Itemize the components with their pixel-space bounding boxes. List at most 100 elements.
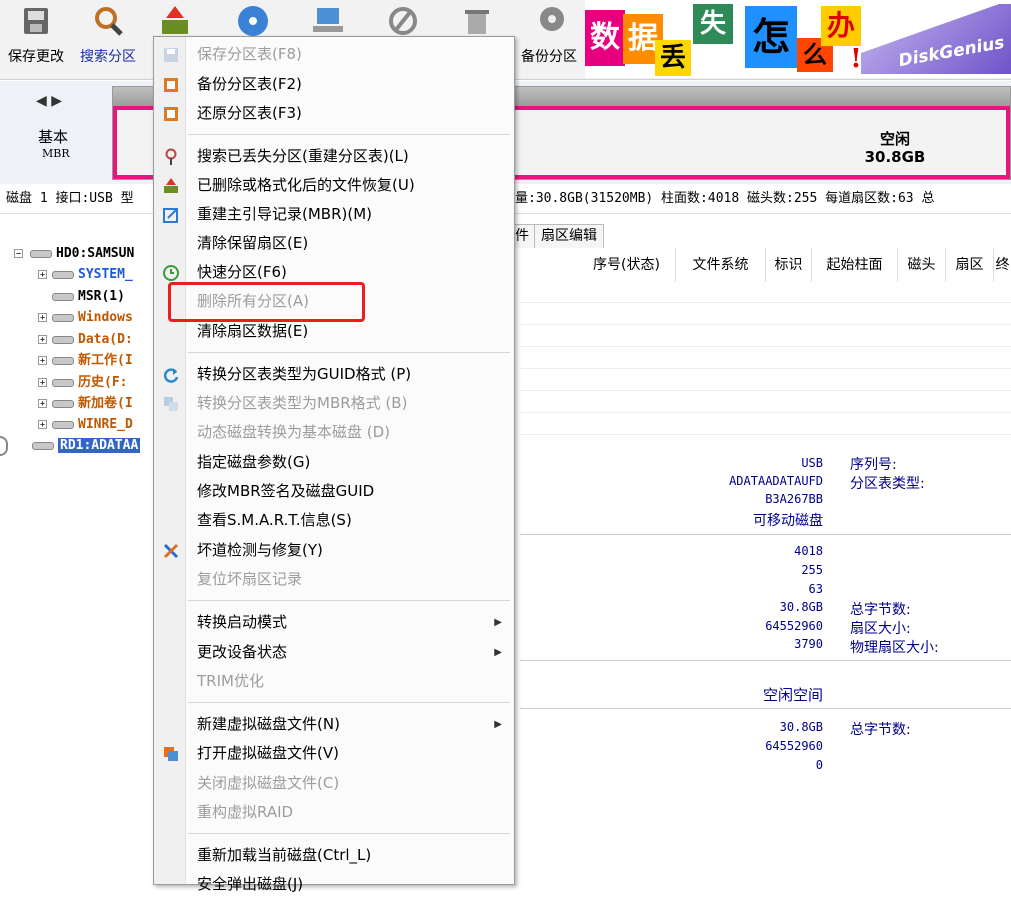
menu-item-convert-to-mbr[interactable]: 转换分区表类型为MBR格式 (B) (154, 389, 514, 418)
menu-item-restore-partition-table[interactable]: 还原分区表(F3) (154, 99, 514, 128)
backup-icon (162, 76, 180, 94)
menu-item-modify-mbr-signature[interactable]: 修改MBR签名及磁盘GUID (154, 477, 514, 506)
menu-separator (188, 134, 510, 135)
menu-item-label: 清除保留扇区(E) (197, 234, 309, 252)
menu-item-convert-to-guid[interactable]: 转换分区表类型为GUID格式 (P) (154, 360, 514, 389)
detail-value: 30.8GB (779, 600, 823, 614)
tree-item-label: 新工作(I (78, 353, 133, 368)
table-row[interactable] (520, 392, 1011, 413)
tree-partition-work[interactable]: + 新工作(I (34, 351, 133, 371)
collapse-icon[interactable]: − (14, 249, 23, 258)
tree-partition-msr[interactable]: MSR(1) (34, 287, 125, 307)
tree-partition-data[interactable]: + Data(D: (34, 330, 133, 350)
disk-info-left: 磁盘 1 接口:USB 型 (6, 191, 134, 206)
menu-item-rebuild-raid[interactable]: 重构虚拟RAID (154, 798, 514, 827)
menu-item-file-recovery[interactable]: 已删除或格式化后的文件恢复(U) (154, 171, 514, 200)
detail-label: 总字节数: (850, 722, 911, 738)
menu-item-reset-bad-sectors[interactable]: 复位坏扇区记录 (154, 565, 514, 594)
tree-disk-hd0[interactable]: − HD0:SAMSUN (14, 244, 134, 264)
table-row[interactable] (520, 370, 1011, 391)
menu-item-trim[interactable]: TRIM优化 (154, 667, 514, 696)
expand-icon[interactable]: + (38, 399, 47, 408)
expand-icon[interactable]: + (38, 356, 47, 365)
menu-item-dynamic-to-basic[interactable]: 动态磁盘转换为基本磁盘 (D) (154, 418, 514, 447)
menu-item-disk-parameters[interactable]: 指定磁盘参数(G) (154, 448, 514, 477)
column-header[interactable]: 终 (994, 248, 1011, 282)
convert-icon (162, 366, 180, 384)
expand-icon[interactable]: + (38, 270, 47, 279)
column-header[interactable]: 序号(状态) (578, 248, 676, 282)
table-row[interactable] (520, 304, 1011, 325)
menu-item-label: 转换分区表类型为GUID格式 (P) (197, 365, 412, 383)
menu-item-label: 重构虚拟RAID (197, 803, 294, 821)
tree-partition-windows[interactable]: + Windows (34, 308, 133, 328)
expand-icon[interactable]: + (38, 420, 47, 429)
detail-value: 255 (801, 563, 823, 577)
tab-sector-editor[interactable]: 扇区编辑 (534, 224, 604, 248)
menu-item-label: 关闭虚拟磁盘文件(C) (197, 774, 340, 792)
menu-item-search-lost-partitions[interactable]: 搜索已丢失分区(重建分区表)(L) (154, 142, 514, 171)
search-partition-button[interactable]: 搜索分区 (74, 4, 142, 74)
menu-item-clear-reserved-sectors[interactable]: 清除保留扇区(E) (154, 229, 514, 258)
scroll-handle[interactable] (0, 436, 8, 456)
menu-item-label: 搜索已丢失分区(重建分区表)(L) (197, 147, 409, 165)
menu-item-device-state[interactable]: 更改设备状态 ▶ (154, 638, 514, 667)
partition-icon (52, 356, 74, 365)
detail-label: 序列号: (850, 457, 897, 473)
free-space-text: 空闲 30.8GB (850, 130, 940, 166)
partition-icon (52, 399, 74, 408)
tree-partition-newvol[interactable]: + 新加卷(I (34, 394, 133, 414)
menu-item-reload-disk[interactable]: 重新加载当前磁盘(Ctrl_L) (154, 841, 514, 870)
removable-disk-icon (32, 441, 54, 450)
column-header[interactable]: 磁头 (898, 248, 946, 282)
menu-item-label: 指定磁盘参数(G) (197, 453, 311, 471)
submenu-arrow-icon: ▶ (494, 719, 502, 730)
table-row[interactable] (520, 282, 1011, 303)
delete-icon (386, 4, 420, 38)
column-header[interactable]: 文件系统 (676, 248, 766, 282)
detail-value: ADATAADATAUFD (729, 474, 823, 488)
menu-item-bad-sector-repair[interactable]: 坏道检测与修复(Y) (154, 536, 514, 565)
vdisk-icon (162, 745, 180, 763)
menu-item-label: 修改MBR签名及磁盘GUID (197, 482, 375, 500)
column-header[interactable]: 标识 (766, 248, 812, 282)
expand-icon[interactable]: + (38, 313, 47, 322)
table-row[interactable] (520, 326, 1011, 347)
expand-icon[interactable]: + (38, 335, 47, 344)
tree-disk-rd1[interactable]: RD1:ADATAA (32, 436, 141, 456)
table-row[interactable] (520, 414, 1011, 435)
table-row[interactable] (520, 348, 1011, 369)
submenu-arrow-icon: ▶ (494, 647, 502, 658)
menu-item-new-virtual-disk[interactable]: 新建虚拟磁盘文件(N) ▶ (154, 710, 514, 739)
menu-item-close-virtual-disk[interactable]: 关闭虚拟磁盘文件(C) (154, 769, 514, 798)
detail-value: 30.8GB (779, 720, 823, 734)
column-header[interactable]: 起始柱面 (812, 248, 898, 282)
menu-item-save-partition-table[interactable]: 保存分区表(F8) (154, 40, 514, 69)
menu-item-backup-partition-table[interactable]: 备份分区表(F2) (154, 70, 514, 99)
menu-item-label: TRIM优化 (197, 672, 264, 690)
detail-value: 0 (815, 758, 823, 772)
expand-icon[interactable]: + (38, 378, 47, 387)
backup-partition-button[interactable]: 备份分区 (515, 4, 583, 74)
detail-label: 物理扇区大小: (850, 640, 939, 656)
tree-partition-history[interactable]: + 历史(F: (34, 373, 127, 393)
menu-item-open-virtual-disk[interactable]: 打开虚拟磁盘文件(V) (154, 739, 514, 768)
disk-nav-arrows[interactable]: ◀ ▶ (36, 93, 62, 109)
tree-item-label: WINRE_D (78, 417, 133, 432)
menu-item-boot-mode[interactable]: 转换启动模式 ▶ (154, 608, 514, 637)
convert2-icon (162, 395, 180, 413)
save-changes-button[interactable]: 保存更改 (2, 4, 70, 74)
detail-value: 64552960 (765, 739, 823, 753)
tree-item-label: Windows (78, 310, 133, 325)
menu-item-rebuild-mbr[interactable]: 重建主引导记录(MBR)(M) (154, 200, 514, 229)
free-label: 空闲 (879, 130, 910, 148)
partition-icon (52, 292, 74, 301)
promo-banner[interactable]: 数 据 丢 失 怎 么 办 ! DiskGenius (585, 0, 1011, 78)
banner-char: 怎 (745, 6, 797, 68)
column-header[interactable]: 扇区 (946, 248, 994, 282)
menu-item-smart-info[interactable]: 查看S.M.A.R.T.信息(S) (154, 506, 514, 535)
tree-partition-system[interactable]: + SYSTEM_ (34, 265, 133, 285)
detail-label: 扇区大小: (850, 621, 911, 637)
tree-partition-winre[interactable]: + WINRE_D (34, 415, 133, 435)
menu-item-label: 还原分区表(F3) (197, 104, 302, 122)
